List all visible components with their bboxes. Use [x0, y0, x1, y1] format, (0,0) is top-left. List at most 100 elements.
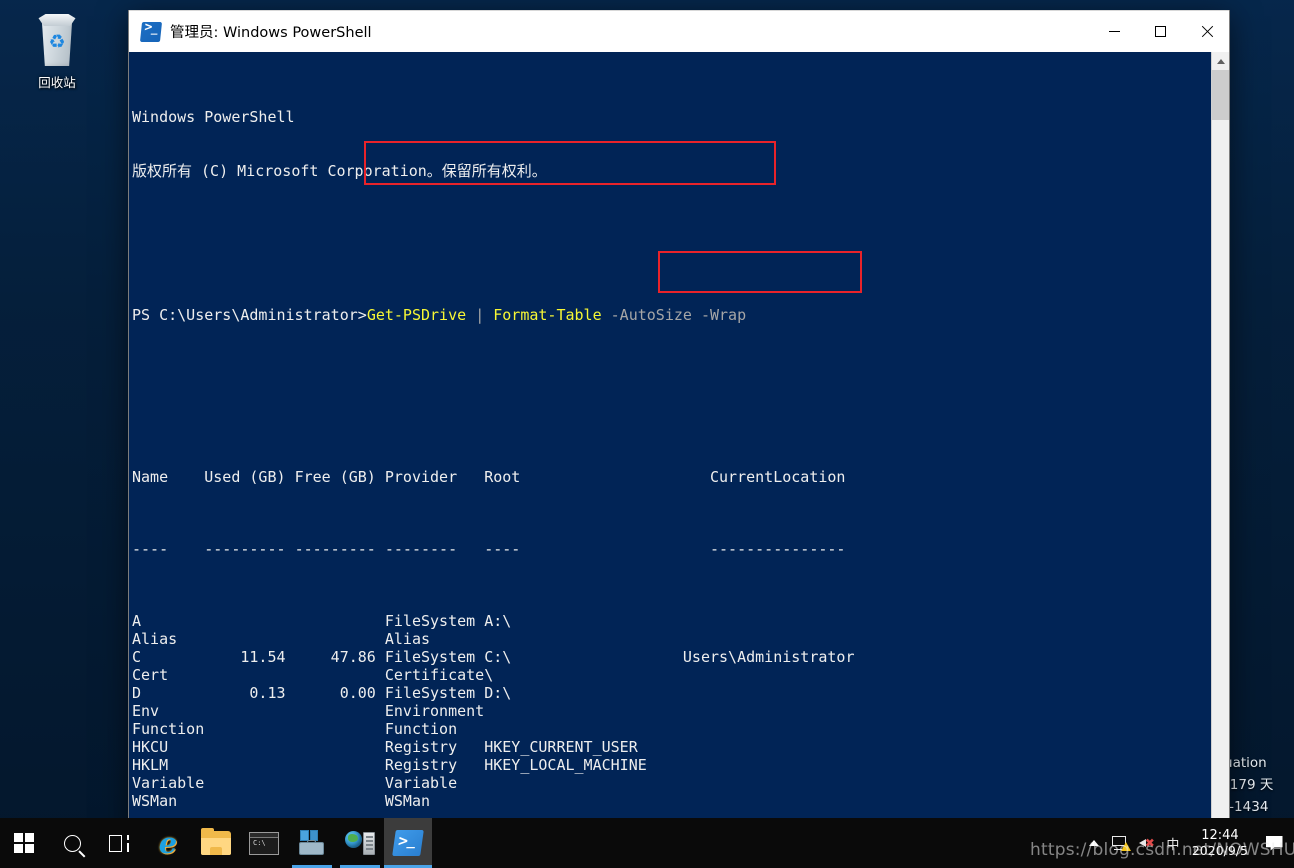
minimize-button[interactable]	[1091, 11, 1137, 53]
maximize-button[interactable]	[1137, 11, 1183, 53]
cell-used	[204, 666, 285, 684]
pipe-operator: |	[475, 306, 485, 324]
banner-line-1: Windows PowerShell	[132, 108, 295, 126]
cell-free	[295, 756, 376, 774]
cell-gap	[376, 648, 385, 666]
table-row: C 11.54 47.86 FileSystem C:\ Users\Admin…	[132, 648, 1211, 666]
cell-provider: Certificate	[384, 666, 485, 684]
cell-name: A	[132, 612, 205, 630]
cell-free: 0.00	[294, 684, 376, 702]
cell-provider: Function	[384, 720, 485, 738]
ime-chinese-icon: 中	[1166, 837, 1180, 853]
task-view-button[interactable]	[96, 818, 144, 868]
cell-root: \	[484, 666, 683, 684]
taskbar[interactable]: e C:\ > _ ✖ 中 12:44 2020/9/5	[0, 818, 1294, 868]
scrollbar-thumb[interactable]	[1212, 70, 1229, 120]
cell-free	[295, 630, 376, 648]
close-button[interactable]	[1183, 11, 1229, 53]
sep-free: ---------	[294, 540, 376, 558]
cell-gap	[376, 684, 385, 702]
cell-name: Alias	[132, 630, 205, 648]
cell-root	[484, 774, 683, 792]
table-row: A FileSystem A:\	[132, 612, 1211, 630]
ime-button[interactable]: 中	[1160, 834, 1186, 853]
desktop[interactable]: ♻ 回收站 aluation 匀 179 天 14-1434 管理员: Wind…	[0, 0, 1294, 868]
network-status-button[interactable]	[1108, 836, 1134, 851]
cell-gap	[376, 612, 385, 630]
show-hidden-icons-button[interactable]	[1080, 840, 1108, 846]
sep-currentlocation: ---------------	[710, 540, 846, 558]
cell-used	[204, 738, 285, 756]
sep-name: ----	[132, 540, 169, 558]
cmd-icon: C:\	[249, 831, 279, 855]
desktop-icon-recycle-bin[interactable]: ♻ 回收站	[14, 14, 100, 91]
cell-provider: FileSystem	[384, 684, 485, 702]
cell-provider: Environment	[384, 702, 485, 720]
cell-free	[295, 774, 376, 792]
internet-explorer-button[interactable]: e	[144, 818, 192, 868]
cell-gap	[376, 738, 385, 756]
cell-gap	[286, 666, 295, 684]
cell-name: HKLM	[132, 756, 205, 774]
powershell-button[interactable]	[384, 818, 432, 868]
iis-manager-icon	[345, 830, 375, 856]
cell-provider: FileSystem	[384, 612, 485, 630]
file-explorer-button[interactable]	[192, 818, 240, 868]
cell-provider: WSMan	[384, 792, 485, 810]
table-row: HKLM Registry HKEY_LOCAL_MACHINE	[132, 756, 1211, 774]
start-button[interactable]	[0, 818, 48, 868]
window-titlebar[interactable]: 管理员: Windows PowerShell	[129, 10, 1229, 52]
table-row: HKCU Registry HKEY_CURRENT_USER	[132, 738, 1211, 756]
cell-used	[204, 630, 285, 648]
cell-gap	[376, 774, 385, 792]
search-button[interactable]	[48, 818, 96, 868]
cell-name: WSMan	[132, 792, 205, 810]
command-prompt-button[interactable]: C:\	[240, 818, 288, 868]
th-used: Used (GB)	[204, 468, 286, 486]
server-manager-icon	[298, 830, 326, 856]
cell-currentlocation: Users\Administrator	[682, 648, 855, 666]
action-center-button[interactable]	[1258, 835, 1290, 851]
cell-free	[295, 792, 376, 810]
cell-gap	[376, 720, 385, 738]
console-area[interactable]: Windows PowerShell 版权所有 (C) Microsoft Co…	[129, 52, 1229, 833]
cell-gap	[286, 702, 295, 720]
cell-provider: Alias	[384, 630, 485, 648]
window-controls	[1091, 11, 1229, 53]
cell-gap	[286, 720, 295, 738]
iis-manager-button[interactable]	[336, 818, 384, 868]
chevron-up-icon	[1216, 58, 1225, 64]
cell-gap	[376, 756, 385, 774]
cell-provider: Registry	[384, 738, 485, 756]
scroll-up-button[interactable]	[1212, 52, 1229, 70]
command-line[interactable]: PS C:\Users\Administrator>Get-PSDrive | …	[132, 306, 1211, 324]
cell-root: D:\	[484, 684, 683, 702]
scrollbar-track[interactable]	[1212, 70, 1229, 815]
clock[interactable]: 12:44 2020/9/5	[1186, 828, 1258, 858]
system-tray[interactable]: ✖ 中 12:44 2020/9/5	[1080, 818, 1294, 868]
window-title: 管理员: Windows PowerShell	[170, 25, 372, 41]
cell-gap	[286, 684, 295, 702]
powershell-window[interactable]: 管理员: Windows PowerShell Windows PowerShe…	[128, 10, 1230, 834]
maximize-icon	[1154, 26, 1166, 37]
console-output[interactable]: Windows PowerShell 版权所有 (C) Microsoft Co…	[129, 52, 1211, 833]
minimize-icon	[1108, 31, 1120, 32]
volume-muted-icon: ✖	[1138, 836, 1155, 850]
cell-provider: Registry	[384, 756, 485, 774]
cell-gap	[286, 738, 295, 756]
network-warning-icon	[1112, 836, 1132, 851]
internet-explorer-icon: e	[158, 826, 178, 860]
banner-line-2: 版权所有 (C) Microsoft Corporation。保留所有权利。	[132, 162, 547, 180]
volume-button[interactable]: ✖	[1134, 836, 1160, 850]
console-scrollbar[interactable]	[1211, 52, 1229, 833]
server-manager-button[interactable]	[288, 818, 336, 868]
cell-name: Function	[132, 720, 205, 738]
cell-root	[484, 630, 683, 648]
clock-date: 2020/9/5	[1191, 843, 1248, 858]
cell-used: 11.54	[204, 648, 286, 666]
cell-used	[204, 702, 285, 720]
table-row: Variable Variable	[132, 774, 1211, 792]
cell-used	[204, 774, 285, 792]
cell-used	[204, 720, 285, 738]
table-separator-row: ---- --------- --------- -------- ---- -…	[132, 540, 1211, 558]
